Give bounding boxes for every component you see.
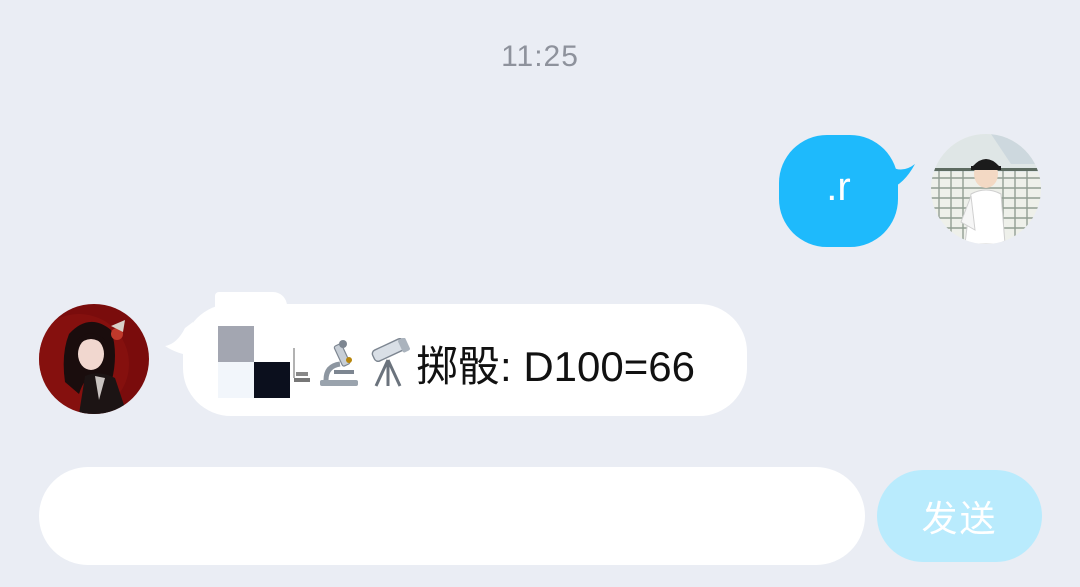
message-timestamp: 11:25 [501,40,579,73]
microscope-icon [316,338,362,388]
other-avatar[interactable] [39,304,149,414]
censored-image-block [218,326,290,398]
chat-screen: 11:25 .r 掷骰: D100=66 发送 [0,0,1080,587]
outgoing-message-text: .r [826,164,851,209]
send-button[interactable]: 发送 [877,470,1042,562]
self-avatar-image [931,134,1041,244]
outgoing-message-bubble[interactable]: .r [779,135,898,247]
dice-roll-result-text: 掷骰: D100=66 [416,342,695,390]
message-input[interactable] [39,467,865,565]
incoming-message-content: 掷骰: D100=66 [292,330,695,396]
self-avatar[interactable] [931,134,1041,244]
telescope-icon [366,338,412,388]
other-avatar-image [39,304,149,414]
microscope-icon [292,338,312,388]
